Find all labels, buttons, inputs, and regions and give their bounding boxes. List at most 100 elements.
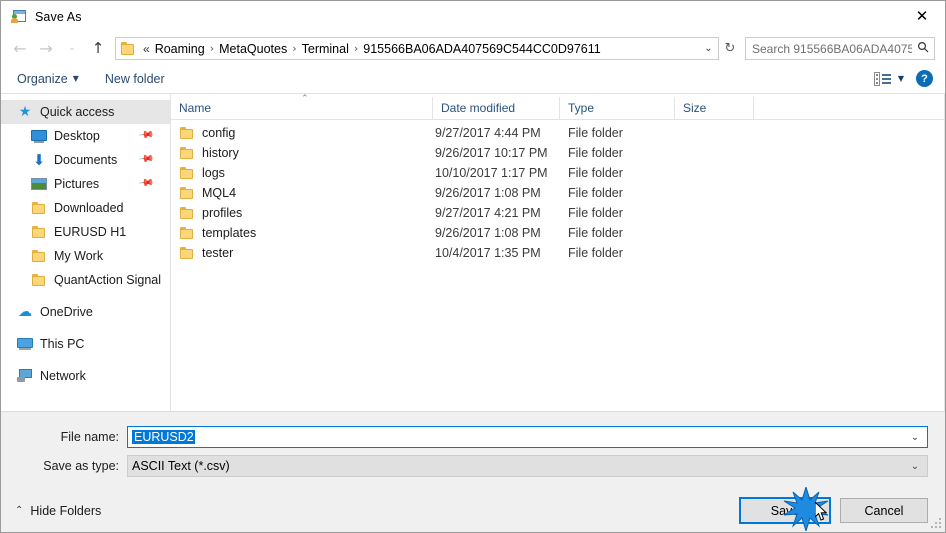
organize-label: Organize <box>17 71 68 86</box>
filename-value: EURUSD2 <box>132 430 195 444</box>
save-form: File name: EURUSD2 ⌄ Save as type: ASCII… <box>1 411 945 489</box>
search-icon <box>912 41 934 56</box>
folder-icon <box>179 245 195 261</box>
breadcrumb-item-2[interactable]: Terminal <box>299 42 352 56</box>
close-icon[interactable]: ✕ <box>899 1 945 32</box>
desktop-icon <box>31 128 47 144</box>
sidebar-item-label: EURUSD H1 <box>54 225 127 239</box>
breadcrumb-overflow-icon[interactable]: « <box>141 42 152 56</box>
file-name-label: MQL4 <box>202 186 237 200</box>
filetype-combobox[interactable]: ASCII Text (*.csv) ⌄ <box>127 455 928 477</box>
folder-icon <box>179 145 195 161</box>
help-icon[interactable]: ? <box>916 70 933 87</box>
chevron-down-icon[interactable]: ⌄ <box>903 432 927 443</box>
back-icon: ← <box>13 38 27 58</box>
search-box[interactable]: Search 915566BA06ADA40756... <box>745 37 935 60</box>
documents-icon: ⬇ <box>32 151 46 169</box>
footer-buttons: Save Cancel <box>739 497 928 524</box>
sidebar-item-desktop[interactable]: Desktop 📌 <box>1 124 170 148</box>
table-row[interactable]: MQL4 9/26/2017 1:08 PM File folder <box>171 183 944 203</box>
chevron-down-icon[interactable]: ⌄ <box>903 461 927 472</box>
sidebar-item-quantaction-signal[interactable]: QuantAction Signal <box>1 268 170 292</box>
filename-combobox[interactable]: EURUSD2 ⌄ <box>127 426 928 448</box>
this-pc-icon <box>17 336 33 352</box>
file-name-label: logs <box>202 166 225 180</box>
table-row[interactable]: profiles 9/27/2017 4:21 PM File folder <box>171 203 944 223</box>
file-type-cell: File folder <box>568 126 623 140</box>
table-row[interactable]: templates 9/26/2017 1:08 PM File folder <box>171 223 944 243</box>
file-type-cell: File folder <box>568 166 623 180</box>
change-view-button[interactable]: ▼ <box>873 71 904 86</box>
sidebar-item-my-work[interactable]: My Work <box>1 244 170 268</box>
file-type-cell: File folder <box>568 146 623 160</box>
file-name-cell: profiles <box>171 205 433 221</box>
chevron-down-icon: ▼ <box>897 74 904 83</box>
network-icon <box>17 368 33 384</box>
refresh-icon[interactable]: ↻ <box>719 37 741 60</box>
column-header-type[interactable]: Type <box>560 97 675 119</box>
file-name-label: templates <box>202 226 257 240</box>
sidebar-item-label: Network <box>40 369 86 383</box>
search-input[interactable]: Search 915566BA06ADA40756... <box>746 42 912 56</box>
up-button[interactable]: ↑ <box>85 37 111 61</box>
address-bar[interactable]: « Roaming › MetaQuotes › Terminal › 9155… <box>115 37 719 60</box>
folder-icon <box>31 272 47 288</box>
recent-locations-button[interactable]: ⌄ <box>59 37 85 61</box>
file-type-cell: File folder <box>568 226 623 240</box>
dialog-footer: ⌃ Hide Folders Save Cancel <box>1 489 945 532</box>
save-button[interactable]: Save <box>739 497 831 524</box>
sidebar-item-eurusd-h1[interactable]: EURUSD H1 <box>1 220 170 244</box>
organize-button[interactable]: Organize ▼ <box>17 72 79 86</box>
breadcrumb-item-0[interactable]: Roaming <box>152 42 208 56</box>
sidebar-item-quick-access[interactable]: ★ Quick access <box>1 100 170 124</box>
file-date-cell: 9/26/2017 10:17 PM <box>435 146 548 160</box>
hide-folders-button[interactable]: ⌃ Hide Folders <box>15 504 101 518</box>
chevron-down-icon: ⌄ <box>68 43 76 53</box>
breadcrumb-separator-icon: › <box>292 42 297 55</box>
file-name-label: profiles <box>202 206 243 220</box>
column-header-date-modified[interactable]: Date modified <box>433 97 560 119</box>
file-date-cell: 10/10/2017 1:17 PM <box>435 166 548 180</box>
folder-icon <box>31 200 47 216</box>
table-row[interactable]: history 9/26/2017 10:17 PM File folder <box>171 143 944 163</box>
table-row[interactable]: tester 10/4/2017 1:35 PM File folder <box>171 243 944 263</box>
dialog-body: ★ Quick access Desktop 📌 ⬇ Documents 📌 P… <box>1 94 945 411</box>
file-name-cell: tester <box>171 245 433 261</box>
pin-icon[interactable]: 📌 <box>137 151 154 167</box>
sidebar-item-network[interactable]: Network <box>1 364 170 388</box>
address-dropdown-icon[interactable]: ⌄ <box>698 43 718 54</box>
column-header-size[interactable]: Size <box>675 97 754 119</box>
back-button[interactable]: ← <box>7 37 33 61</box>
sidebar-item-this-pc[interactable]: This PC <box>1 332 170 356</box>
resize-grip[interactable] <box>930 517 941 528</box>
pin-icon[interactable]: 📌 <box>137 127 154 143</box>
breadcrumb-separator-icon: › <box>353 42 359 55</box>
table-row[interactable]: config 9/27/2017 4:44 PM File folder <box>171 123 944 143</box>
cancel-button[interactable]: Cancel <box>840 498 928 523</box>
file-date-cell: 9/27/2017 4:44 PM <box>435 126 541 140</box>
file-name-label: config <box>202 126 236 140</box>
filename-input[interactable]: EURUSD2 <box>128 430 903 444</box>
sidebar-item-downloaded[interactable]: Downloaded <box>1 196 170 220</box>
arrow-up-icon: ↑ <box>91 39 105 57</box>
toolbar: Organize ▼ New folder ▼ ? <box>1 64 945 94</box>
breadcrumb-item-3[interactable]: 915566BA06ADA407569C544CC0D97611 <box>360 42 603 56</box>
filename-row: File name: EURUSD2 ⌄ <box>1 426 945 448</box>
table-row[interactable]: logs 10/10/2017 1:17 PM File folder <box>171 163 944 183</box>
sidebar-item-documents[interactable]: ⬇ Documents 📌 <box>1 148 170 172</box>
folder-icon <box>31 224 47 240</box>
sidebar-item-onedrive[interactable]: ☁ OneDrive <box>1 300 170 324</box>
sidebar-item-label: This PC <box>40 337 85 351</box>
new-folder-button[interactable]: New folder <box>105 72 165 86</box>
file-name-cell: templates <box>171 225 433 241</box>
sidebar-item-pictures[interactable]: Pictures 📌 <box>1 172 170 196</box>
forward-button[interactable]: → <box>33 37 59 61</box>
sidebar-item-label: QuantAction Signal <box>54 273 162 287</box>
breadcrumb-separator-icon: › <box>209 42 215 55</box>
sidebar-item-label: Documents <box>54 153 118 167</box>
address-bar-row: ← → ⌄ ↑ « Roaming › MetaQuotes › Termina… <box>1 33 945 64</box>
file-name-cell: MQL4 <box>171 185 433 201</box>
folder-icon <box>179 205 195 221</box>
breadcrumb-item-1[interactable]: MetaQuotes <box>216 42 290 56</box>
pin-icon[interactable]: 📌 <box>137 175 154 191</box>
